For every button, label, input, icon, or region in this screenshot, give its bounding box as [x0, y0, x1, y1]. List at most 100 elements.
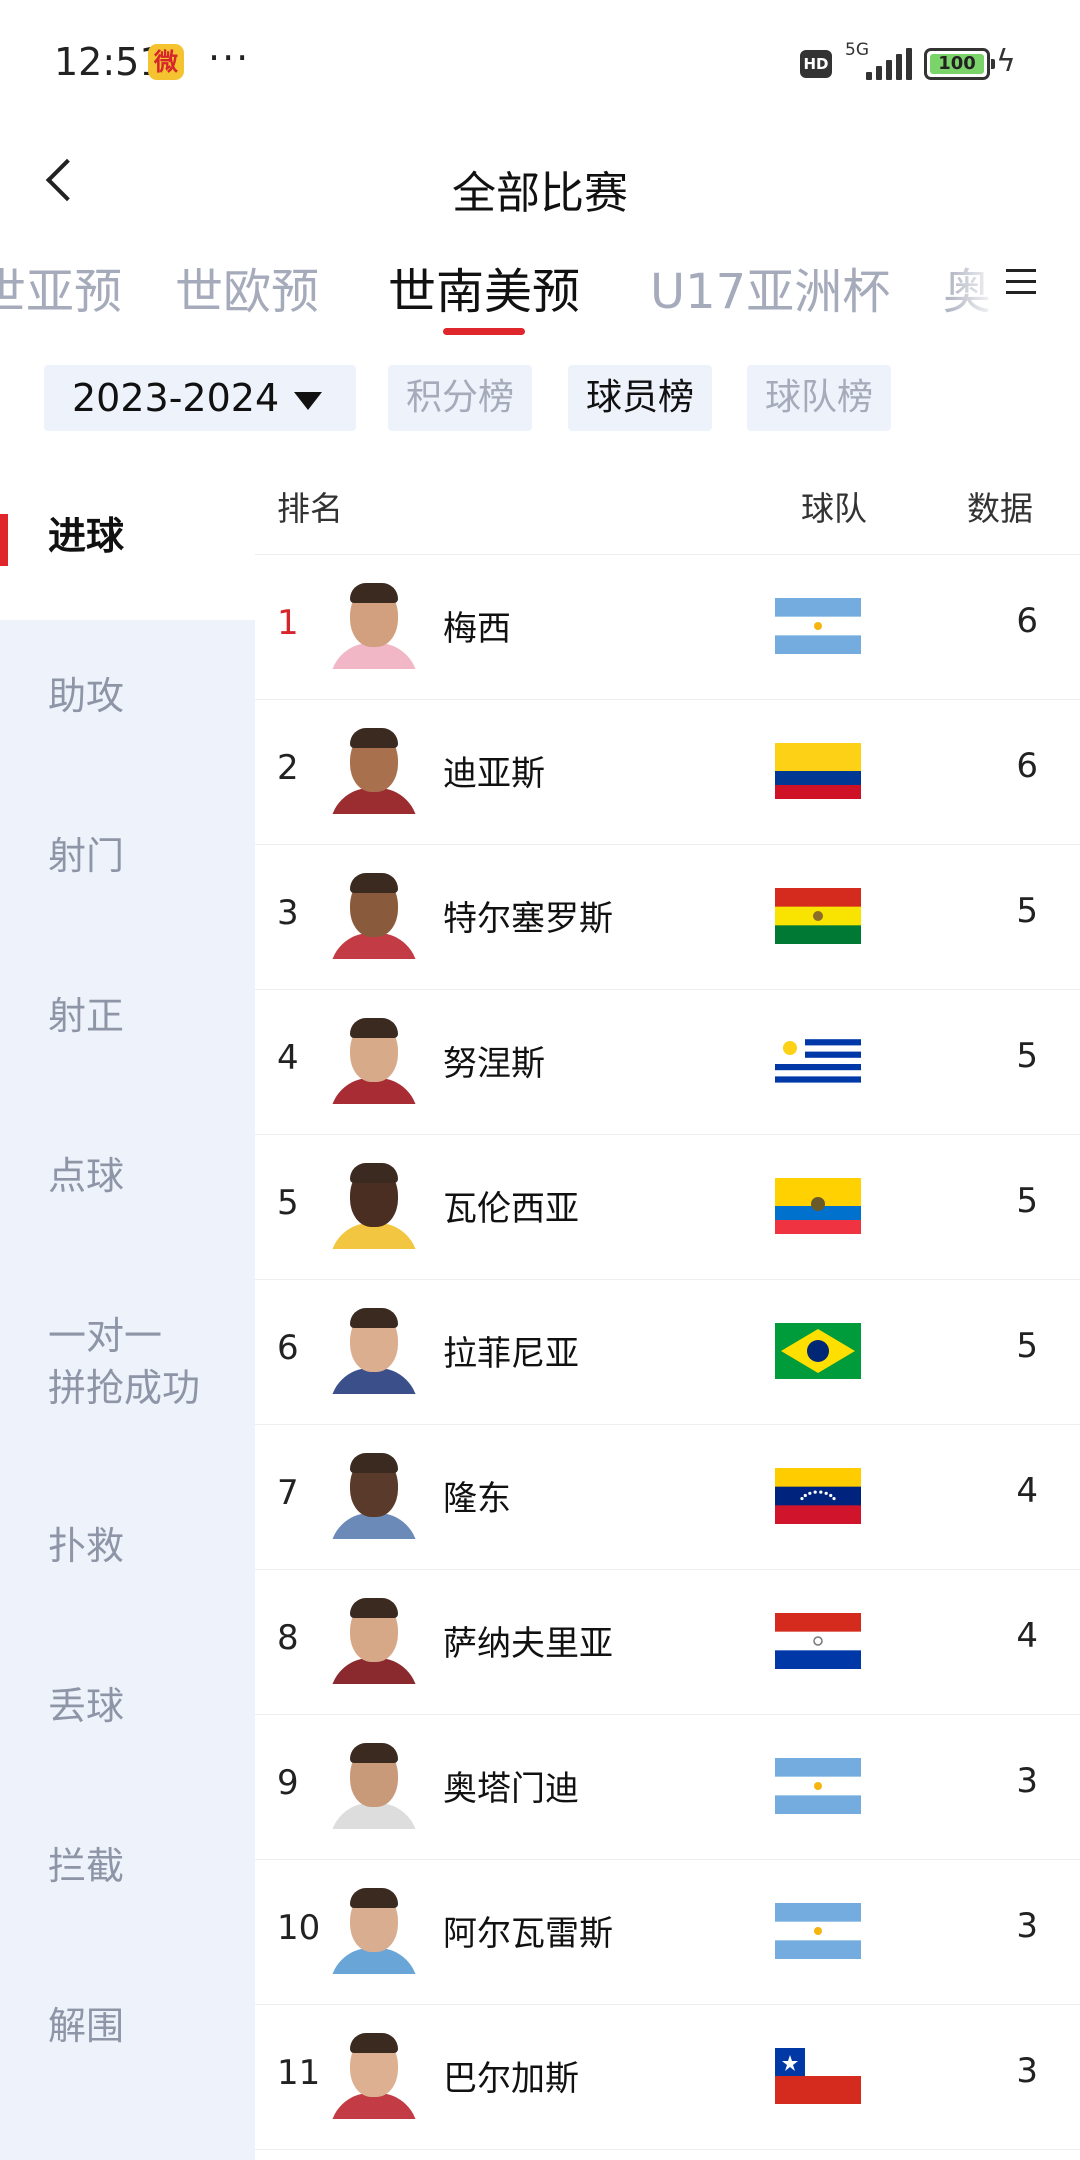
hd-icon: HD [800, 50, 832, 78]
player-name: 巴尔加斯 [443, 2059, 579, 2099]
argentina-flag-icon [775, 1903, 861, 1959]
player-goals: 6 [1016, 601, 1038, 641]
sidebar-item-duels-won[interactable]: 一对一 拼抢成功 [48, 1310, 200, 1414]
active-indicator [0, 514, 8, 566]
header-data: 数据 [967, 489, 1033, 528]
player-name: 萨纳夫里亚 [443, 1624, 613, 1664]
player-avatar [330, 1451, 418, 1539]
player-rank: 11 [277, 2053, 321, 2093]
weibo-icon: 微 [148, 44, 184, 80]
sidebar-item-shots[interactable]: 射门 [48, 830, 124, 882]
table-row[interactable]: 9 奥塔门迪 3 [255, 1715, 1080, 1860]
player-name: 瓦伦西亚 [443, 1189, 579, 1229]
player-avatar [330, 1886, 418, 1974]
table-row[interactable]: 3 特尔塞罗斯 5 [255, 845, 1080, 990]
sidebar-item-interceptions[interactable]: 拦截 [48, 1840, 124, 1892]
player-rank: 7 [277, 1473, 299, 1513]
table-row[interactable]: 7 隆东 4 [255, 1425, 1080, 1570]
sidebar-item-goals-conceded[interactable]: 丢球 [48, 1680, 124, 1732]
status-bar: 12:51 微 ··· HD 5G 100 ϟ [0, 0, 1080, 125]
table-row[interactable]: 11 巴尔加斯 3 [255, 2005, 1080, 2150]
battery-icon: 100 [924, 48, 995, 80]
player-name: 迪亚斯 [443, 754, 545, 794]
season-value: 2023-2024 [72, 376, 280, 420]
player-rank: 10 [277, 1908, 321, 1948]
player-goals: 4 [1016, 1616, 1038, 1656]
ecuador-flag-icon [775, 1178, 861, 1234]
argentina-flag-icon [775, 1758, 861, 1814]
player-avatar [330, 1306, 418, 1394]
player-avatar [330, 871, 418, 959]
colombia-flag-icon [775, 743, 861, 799]
player-avatar [330, 1016, 418, 1104]
player-avatar [330, 726, 418, 814]
player-avatar [330, 1596, 418, 1684]
battery-level: 100 [930, 54, 984, 74]
player-rank: 4 [277, 1038, 299, 1078]
player-avatar [330, 1161, 418, 1249]
sidebar-item-goals-label: 进球 [48, 514, 125, 558]
table-row[interactable]: 2 迪亚斯 6 [255, 700, 1080, 845]
signal-icon [866, 48, 914, 80]
nav-bar: 全部比赛 [0, 125, 1080, 240]
venezuela-flag-icon [775, 1468, 861, 1524]
header-team: 球队 [801, 489, 867, 528]
active-tab-indicator [443, 328, 525, 335]
player-name: 努涅斯 [443, 1044, 545, 1084]
standings-pill[interactable]: 积分榜 [388, 365, 533, 431]
tab-asia-qualifiers[interactable]: 世亚预 [0, 252, 122, 322]
team-ranking-pill[interactable]: 球队榜 [747, 365, 892, 431]
tab-u17-asian-cup[interactable]: U17亚洲杯 [650, 252, 890, 322]
tab-europe-qualifiers[interactable]: 世欧预 [175, 252, 319, 322]
argentina-flag-icon [775, 598, 861, 654]
charging-icon: ϟ [996, 44, 1016, 79]
player-name: 阿尔瓦雷斯 [443, 1914, 613, 1954]
sidebar-item-shots-on-target[interactable]: 射正 [48, 990, 124, 1042]
player-rank: 1 [277, 603, 299, 643]
caret-down-icon [294, 392, 322, 410]
player-goals: 4 [1016, 1471, 1038, 1511]
table-row[interactable]: 10 阿尔瓦雷斯 3 [255, 1860, 1080, 2005]
season-dropdown[interactable]: 2023-2024 [44, 365, 356, 431]
player-goals: 5 [1016, 891, 1038, 931]
tab-south-america-qualifiers[interactable]: 世南美预 [388, 252, 580, 322]
player-rank: 6 [277, 1328, 299, 1368]
player-avatar [330, 581, 418, 669]
player-name: 梅西 [443, 609, 511, 649]
player-goals: 5 [1016, 1326, 1038, 1366]
paraguay-flag-icon [775, 1613, 861, 1669]
table-row[interactable]: 4 努涅斯 5 [255, 990, 1080, 1135]
sidebar-item-assists[interactable]: 助攻 [48, 670, 124, 722]
brazil-flag-icon [775, 1323, 861, 1379]
player-name: 拉菲尼亚 [443, 1334, 579, 1374]
player-goals: 3 [1016, 2051, 1038, 2091]
player-rank: 5 [277, 1183, 299, 1223]
player-rank: 9 [277, 1763, 299, 1803]
stat-sidebar: 助攻 射门 射正 点球 一对一 拼抢成功 扑救 丢球 拦截 解围 [0, 470, 255, 2160]
page-title: 全部比赛 [452, 168, 628, 219]
player-name: 隆东 [443, 1479, 511, 1519]
player-ranking-pill[interactable]: 球员榜 [568, 365, 713, 431]
sidebar-item-clearances[interactable]: 解围 [48, 2000, 124, 2052]
player-goals: 3 [1016, 1761, 1038, 1801]
player-rank: 3 [277, 893, 299, 933]
player-name: 奥塔门迪 [443, 1769, 579, 1809]
player-name: 特尔塞罗斯 [443, 899, 613, 939]
player-avatar [330, 1741, 418, 1829]
table-row[interactable]: 8 萨纳夫里亚 4 [255, 1570, 1080, 1715]
table-row[interactable]: 1 梅西 6 [255, 555, 1080, 700]
chile-flag-icon [775, 2048, 861, 2104]
competition-tabs: 世亚预 世欧预 世南美预 U17亚洲杯 奥 [0, 240, 1080, 350]
player-avatar [330, 2031, 418, 2119]
table-row[interactable]: 5 瓦伦西亚 5 [255, 1135, 1080, 1280]
menu-icon[interactable] [1000, 262, 1040, 302]
sidebar-item-goals[interactable]: 进球 [0, 470, 255, 620]
player-rank: 2 [277, 748, 299, 788]
player-goals: 3 [1016, 1906, 1038, 1946]
more-dots-icon: ··· [208, 36, 251, 80]
sidebar-item-penalties[interactable]: 点球 [48, 1150, 124, 1202]
sidebar-item-saves[interactable]: 扑救 [48, 1520, 124, 1572]
player-goals: 6 [1016, 746, 1038, 786]
table-row[interactable]: 6 拉菲尼亚 5 [255, 1280, 1080, 1425]
header-rank: 排名 [277, 489, 343, 528]
